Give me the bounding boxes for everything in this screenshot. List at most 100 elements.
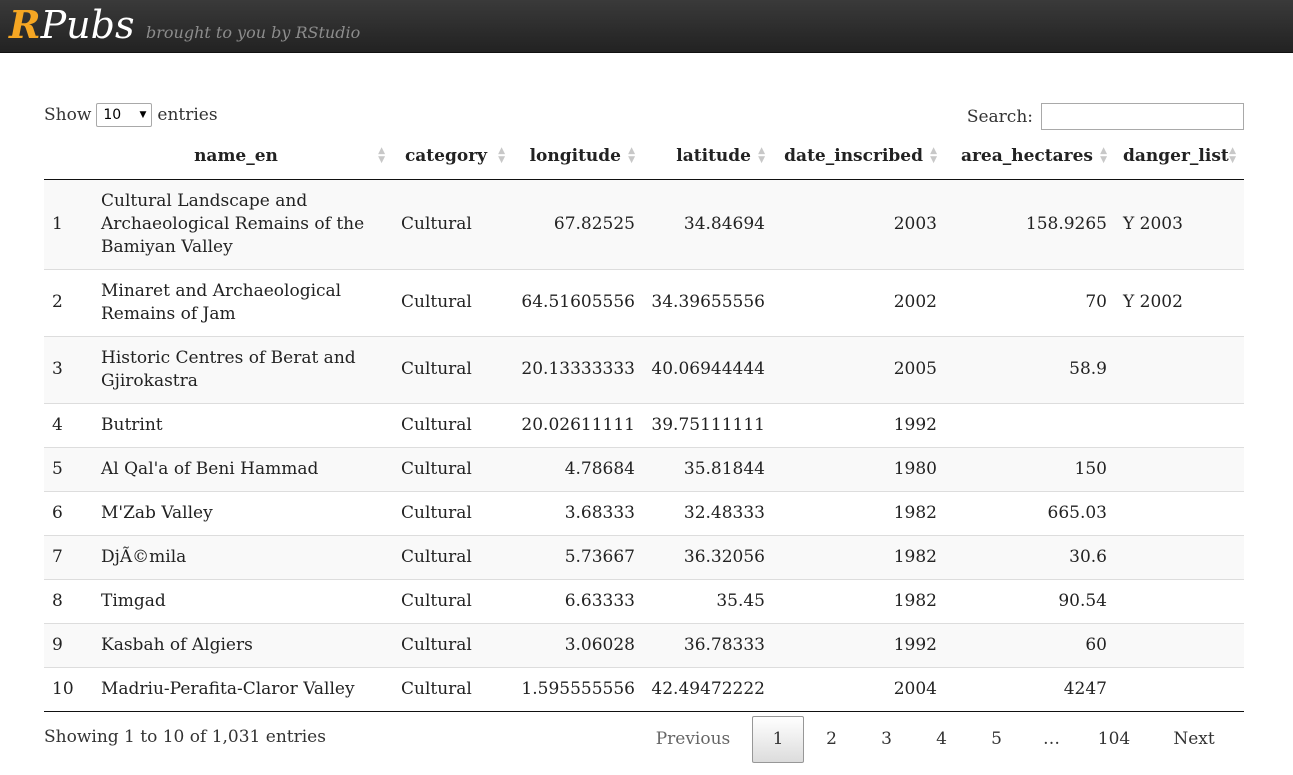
table-row[interactable]: 5 Al Qal'a of Beni Hammad Cultural 4.786… [44,446,1244,491]
previous-button[interactable]: Previous [642,716,744,763]
header-row: name_en ▲ ▼ category ▲ ▼ longitude ▲ ▼ latitud… [44,134,1244,180]
table-row[interactable]: 4 Butrint Cultural 20.02611111 39.751111… [44,402,1244,447]
cell-danger-list: Y 2002 [1115,268,1244,336]
entries-label: entries [157,105,218,125]
cell-area-hectares: 90.54 [945,578,1115,623]
cell-category: Cultural [393,179,513,269]
tagline: brought to you by RStudio [146,23,361,42]
column-header-name-en[interactable]: name_en ▲ ▼ [93,134,393,180]
chevron-down-icon: ▼ [139,110,147,120]
search-control: Search: [967,103,1244,130]
cell-longitude: 5.73667 [513,534,643,579]
table-row[interactable]: 6 M'Zab Valley Cultural 3.68333 32.48333… [44,490,1244,535]
cell-latitude: 32.48333 [643,490,773,535]
cell-longitude: 20.13333333 [513,335,643,403]
cell-index: 5 [44,446,93,491]
cell-name-en: DjÃ©mila [93,534,393,579]
pagination: Previous 1 2 3 4 5 … 104 Next [642,715,1239,763]
page-button-4[interactable]: 4 [914,716,969,763]
table-row[interactable]: 8 Timgad Cultural 6.63333 35.45 1982 90.… [44,578,1244,623]
cell-danger-list [1115,666,1244,712]
next-button[interactable]: Next [1149,716,1239,763]
cell-danger-list [1115,335,1244,403]
column-header-date-inscribed[interactable]: date_inscribed ▲ ▼ [773,134,945,180]
page-button-104[interactable]: 104 [1079,716,1149,763]
cell-latitude: 36.32056 [643,534,773,579]
cell-date-inscribed: 1982 [773,534,945,579]
page-button-1[interactable]: 1 [752,715,804,763]
column-header-longitude[interactable]: longitude ▲ ▼ [513,134,643,180]
cell-latitude: 35.81844 [643,446,773,491]
cell-longitude: 1.595555556 [513,666,643,712]
table-row[interactable]: 10 Madriu-Perafita-Claror Valley Cultura… [44,666,1244,712]
cell-area-hectares: 70 [945,268,1115,336]
cell-date-inscribed: 2003 [773,179,945,269]
rpubs-logo[interactable]: RPubs [9,3,134,48]
cell-longitude: 3.68333 [513,490,643,535]
cell-name-en: Butrint [93,402,393,447]
cell-category: Cultural [393,268,513,336]
cell-danger-list [1115,534,1244,579]
table-row[interactable]: 7 DjÃ©mila Cultural 5.73667 36.32056 198… [44,534,1244,579]
search-input[interactable] [1041,103,1244,130]
cell-index: 1 [44,179,93,269]
cell-category: Cultural [393,446,513,491]
cell-name-en: M'Zab Valley [93,490,393,535]
cell-area-hectares: 150 [945,446,1115,491]
sort-icon: ▲ ▼ [1100,146,1107,165]
cell-area-hectares: 58.9 [945,335,1115,403]
cell-index: 6 [44,490,93,535]
cell-date-inscribed: 2002 [773,268,945,336]
page-button-5[interactable]: 5 [969,716,1024,763]
cell-area-hectares: 60 [945,622,1115,667]
cell-latitude: 42.49472222 [643,666,773,712]
cell-name-en: Minaret and Archaeological Remains of Ja… [93,268,393,336]
cell-category: Cultural [393,490,513,535]
cell-latitude: 34.84694 [643,179,773,269]
cell-latitude: 39.75111111 [643,402,773,447]
column-header-latitude[interactable]: latitude ▲ ▼ [643,134,773,180]
page-button-2[interactable]: 2 [804,716,859,763]
cell-index: 10 [44,666,93,712]
cell-name-en: Al Qal'a of Beni Hammad [93,446,393,491]
sort-icon: ▲ ▼ [758,146,765,165]
table-row[interactable]: 2 Minaret and Archaeological Remains of … [44,268,1244,336]
cell-date-inscribed: 1980 [773,446,945,491]
cell-category: Cultural [393,402,513,447]
cell-date-inscribed: 1992 [773,622,945,667]
sort-icon: ▲ ▼ [628,146,635,165]
cell-name-en: Timgad [93,578,393,623]
cell-category: Cultural [393,578,513,623]
show-label: Show [44,105,92,125]
cell-area-hectares: 158.9265 [945,179,1115,269]
cell-date-inscribed: 1992 [773,402,945,447]
cell-category: Cultural [393,335,513,403]
cell-category: Cultural [393,534,513,579]
cell-longitude: 3.06028 [513,622,643,667]
page-ellipsis: … [1043,729,1060,749]
cell-category: Cultural [393,622,513,667]
sort-icon: ▲ ▼ [1229,146,1236,165]
cell-date-inscribed: 1982 [773,578,945,623]
search-label: Search: [966,106,1033,127]
data-table: name_en ▲ ▼ category ▲ ▼ longitude ▲ ▼ latitud… [44,134,1244,712]
cell-area-hectares: 30.6 [945,534,1115,579]
top-bar: RPubs brought to you by RStudio [0,0,1293,53]
cell-danger-list [1115,622,1244,667]
cell-index: 7 [44,534,93,579]
table-row[interactable]: 9 Kasbah of Algiers Cultural 3.06028 36.… [44,622,1244,667]
cell-date-inscribed: 1982 [773,490,945,535]
table-row[interactable]: 1 Cultural Landscape and Archaeological … [44,179,1244,269]
length-control: Show 10 ▼ entries [44,103,218,127]
cell-danger-list [1115,578,1244,623]
column-header-danger-list[interactable]: danger_list ▲ ▼ [1115,134,1244,180]
sort-icon: ▲ ▼ [498,146,505,165]
page-button-3[interactable]: 3 [859,716,914,763]
column-header-area-hectares[interactable]: area_hectares ▲ ▼ [945,134,1115,180]
column-header-category[interactable]: category ▲ ▼ [393,134,513,180]
cell-latitude: 34.39655556 [643,268,773,336]
entries-length-select[interactable]: 10 ▼ [96,103,153,127]
table-row[interactable]: 3 Historic Centres of Berat and Gjirokas… [44,335,1244,403]
cell-danger-list [1115,490,1244,535]
cell-name-en: Madriu-Perafita-Claror Valley [93,666,393,712]
